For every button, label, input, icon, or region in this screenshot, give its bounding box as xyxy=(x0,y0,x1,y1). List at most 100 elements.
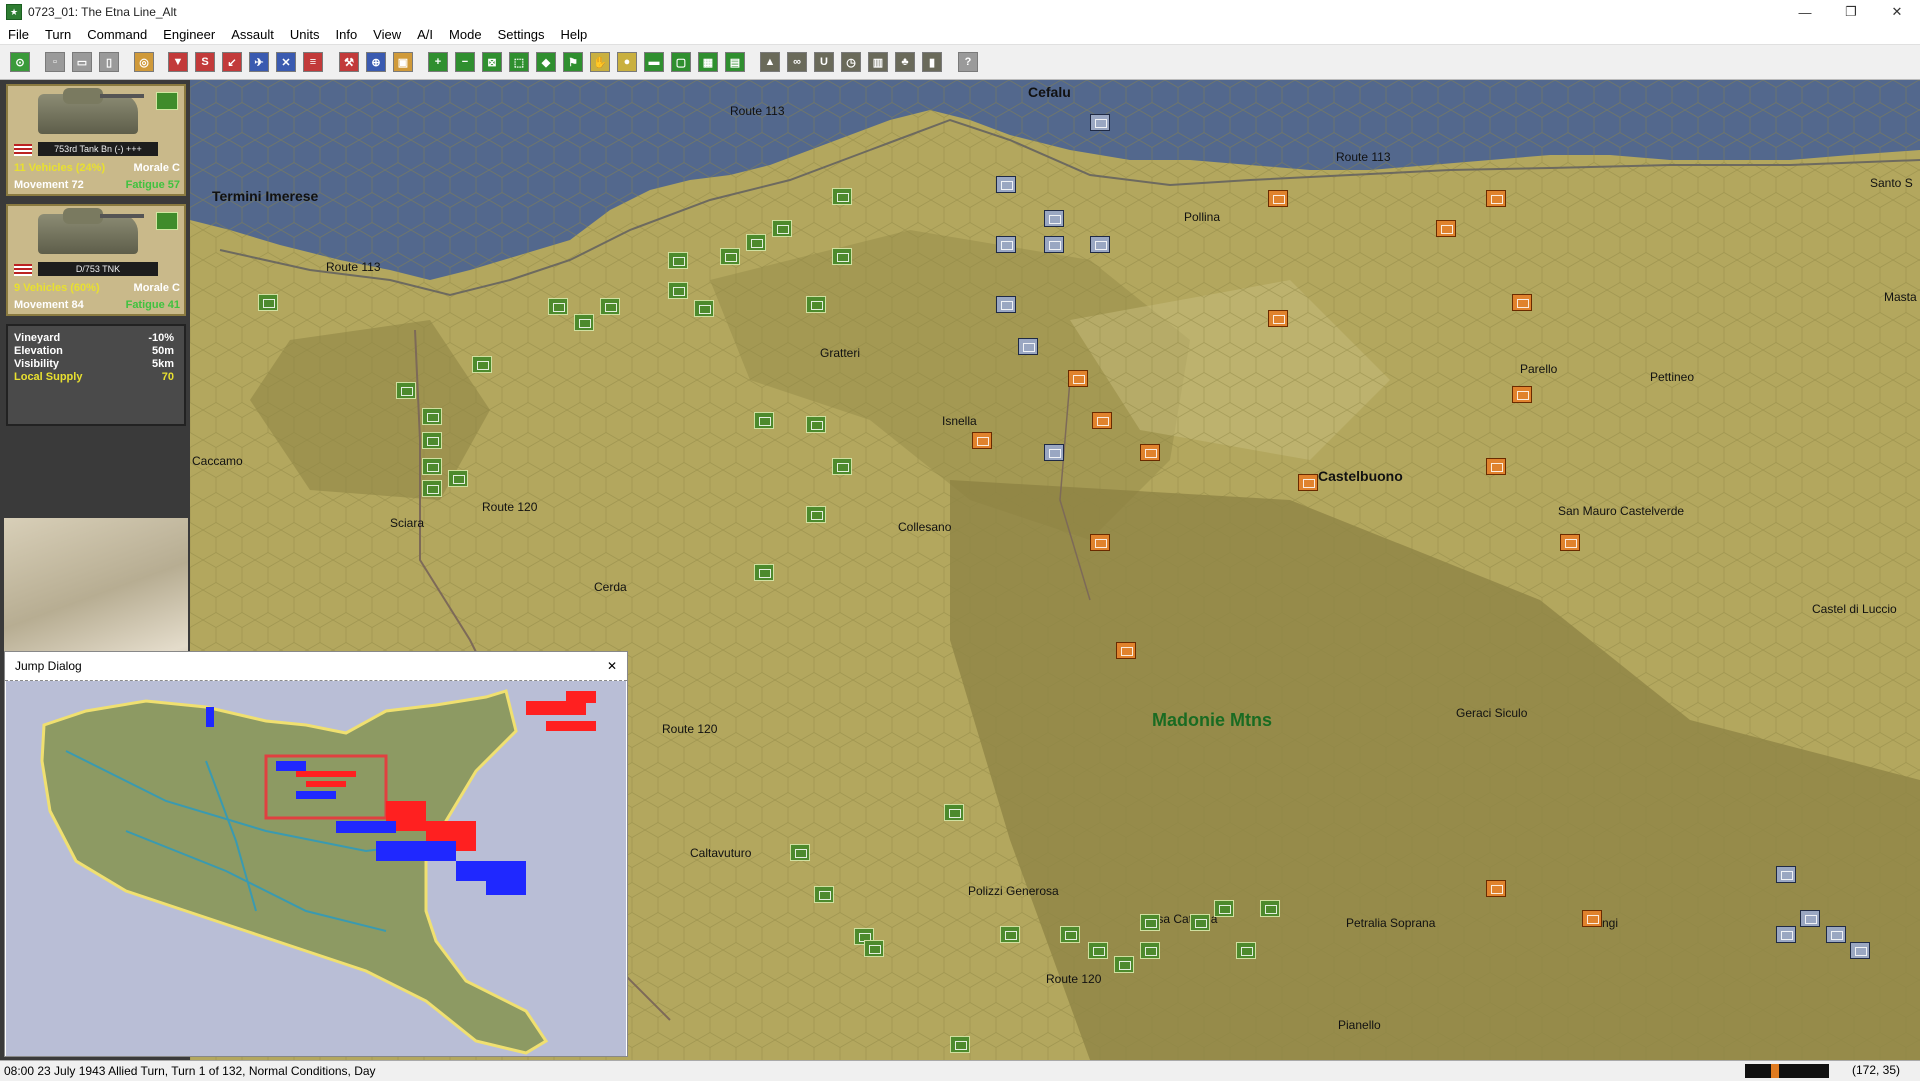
allied-unit-counter[interactable] xyxy=(396,382,416,399)
toolbar-info-icon[interactable]: ⊕ xyxy=(366,52,386,72)
toolbar-assault-icon[interactable]: ▼ xyxy=(168,52,188,72)
toolbar-terrain-icon[interactable]: ▬ xyxy=(644,52,664,72)
allied-unit-counter[interactable] xyxy=(746,234,766,251)
allied-unit-counter[interactable] xyxy=(668,252,688,269)
toolbar-diamond-icon[interactable]: ◆ xyxy=(536,52,556,72)
toolbar-hand-icon[interactable]: ✋ xyxy=(590,52,610,72)
toolbar-help-icon[interactable]: ? xyxy=(958,52,978,72)
german-unit-counter[interactable] xyxy=(1044,444,1064,461)
allied-unit-counter[interactable] xyxy=(1140,942,1160,959)
german-unit-counter[interactable] xyxy=(1018,338,1038,355)
menu-info[interactable]: Info xyxy=(327,27,365,42)
toolbar-binoculars-icon[interactable]: ∞ xyxy=(787,52,807,72)
toolbar-hex-icon[interactable]: ⊠ xyxy=(482,52,502,72)
allied-unit-counter[interactable] xyxy=(472,356,492,373)
german-unit-counter[interactable] xyxy=(1800,910,1820,927)
toolbar-cell-icon[interactable]: ▮ xyxy=(922,52,942,72)
menu-help[interactable]: Help xyxy=(553,27,596,42)
allied-unit-counter[interactable] xyxy=(1114,956,1134,973)
allied-unit-counter[interactable] xyxy=(814,886,834,903)
close-button[interactable]: ✕ xyxy=(1874,0,1920,24)
allied-unit-counter[interactable] xyxy=(864,940,884,957)
allied-unit-counter[interactable] xyxy=(1088,942,1108,959)
allied-unit-counter[interactable] xyxy=(790,844,810,861)
german-unit-counter[interactable] xyxy=(996,176,1016,193)
menu-turn[interactable]: Turn xyxy=(37,27,79,42)
italian-unit-counter[interactable] xyxy=(1512,294,1532,311)
unit-card-1[interactable]: 753rd Tank Bn (-) +++ 11 Vehicles (24%) M… xyxy=(6,84,186,196)
toolbar-save-icon[interactable]: ▯ xyxy=(99,52,119,72)
allied-unit-counter[interactable] xyxy=(806,416,826,433)
allied-unit-counter[interactable] xyxy=(1060,926,1080,943)
allied-unit-counter[interactable] xyxy=(754,564,774,581)
allied-unit-counter[interactable] xyxy=(944,804,964,821)
allied-unit-counter[interactable] xyxy=(422,432,442,449)
toolbar-engineer-icon[interactable]: ⚒ xyxy=(339,52,359,72)
toolbar-fire-icon[interactable]: S xyxy=(195,52,215,72)
menu-units[interactable]: Units xyxy=(282,27,328,42)
unit-card-2[interactable]: D/753 TNK 9 Vehicles (60%) Morale C Movem… xyxy=(6,204,186,316)
allied-unit-counter[interactable] xyxy=(832,458,852,475)
menu-file[interactable]: File xyxy=(0,27,37,42)
italian-unit-counter[interactable] xyxy=(1140,444,1160,461)
toolbar-cross-icon[interactable]: ✕ xyxy=(276,52,296,72)
german-unit-counter[interactable] xyxy=(1826,926,1846,943)
italian-unit-counter[interactable] xyxy=(1090,534,1110,551)
italian-unit-counter[interactable] xyxy=(1436,220,1456,237)
toolbar-zoom-out-icon[interactable]: − xyxy=(455,52,475,72)
allied-unit-counter[interactable] xyxy=(422,408,442,425)
allied-unit-counter[interactable] xyxy=(1000,926,1020,943)
toolbar-flag-icon[interactable]: ⚑ xyxy=(563,52,583,72)
menu-ai[interactable]: A/I xyxy=(409,27,441,42)
allied-unit-counter[interactable] xyxy=(1260,900,1280,917)
jump-dialog-close-icon[interactable]: ✕ xyxy=(607,659,617,673)
allied-unit-counter[interactable] xyxy=(950,1036,970,1053)
toolbar-tree-icon[interactable]: ♣ xyxy=(895,52,915,72)
allied-unit-counter[interactable] xyxy=(668,282,688,299)
allied-unit-counter[interactable] xyxy=(574,314,594,331)
toolbar-settings-icon[interactable]: ◎ xyxy=(134,52,154,72)
menu-command[interactable]: Command xyxy=(79,27,155,42)
menu-mode[interactable]: Mode xyxy=(441,27,490,42)
german-unit-counter[interactable] xyxy=(1776,866,1796,883)
toolbar-zoom-in-icon[interactable]: + xyxy=(428,52,448,72)
toolbar-monitor-icon[interactable]: ▢ xyxy=(671,52,691,72)
german-unit-counter[interactable] xyxy=(1850,942,1870,959)
menu-settings[interactable]: Settings xyxy=(490,27,553,42)
allied-unit-counter[interactable] xyxy=(754,412,774,429)
toolbar-list-icon[interactable]: ≡ xyxy=(303,52,323,72)
menu-view[interactable]: View xyxy=(365,27,409,42)
allied-unit-counter[interactable] xyxy=(806,506,826,523)
italian-unit-counter[interactable] xyxy=(1512,386,1532,403)
allied-unit-counter[interactable] xyxy=(832,248,852,265)
toolbar-grid-icon[interactable]: ▤ xyxy=(725,52,745,72)
allied-unit-counter[interactable] xyxy=(772,220,792,237)
menu-engineer[interactable]: Engineer xyxy=(155,27,223,42)
german-unit-counter[interactable] xyxy=(996,296,1016,313)
italian-unit-counter[interactable] xyxy=(1486,880,1506,897)
toolbar-open-icon[interactable]: ▭ xyxy=(72,52,92,72)
toolbar-clock-icon[interactable]: ◷ xyxy=(841,52,861,72)
allied-unit-counter[interactable] xyxy=(720,248,740,265)
minimize-button[interactable]: — xyxy=(1782,0,1828,24)
italian-unit-counter[interactable] xyxy=(1068,370,1088,387)
german-unit-counter[interactable] xyxy=(1044,210,1064,227)
italian-unit-counter[interactable] xyxy=(1486,458,1506,475)
allied-unit-counter[interactable] xyxy=(1236,942,1256,959)
allied-unit-counter[interactable] xyxy=(694,300,714,317)
german-unit-counter[interactable] xyxy=(1776,926,1796,943)
allied-unit-counter[interactable] xyxy=(448,470,468,487)
allied-unit-counter[interactable] xyxy=(600,298,620,315)
toolbar-map-icon[interactable]: ▦ xyxy=(698,52,718,72)
allied-unit-counter[interactable] xyxy=(832,188,852,205)
italian-unit-counter[interactable] xyxy=(1486,190,1506,207)
allied-unit-counter[interactable] xyxy=(1140,914,1160,931)
toolbar-unit-icon[interactable]: U xyxy=(814,52,834,72)
allied-unit-counter[interactable] xyxy=(1214,900,1234,917)
italian-unit-counter[interactable] xyxy=(1268,190,1288,207)
allied-unit-counter[interactable] xyxy=(422,480,442,497)
allied-unit-counter[interactable] xyxy=(806,296,826,313)
german-unit-counter[interactable] xyxy=(996,236,1016,253)
german-unit-counter[interactable] xyxy=(1090,114,1110,131)
allied-unit-counter[interactable] xyxy=(422,458,442,475)
